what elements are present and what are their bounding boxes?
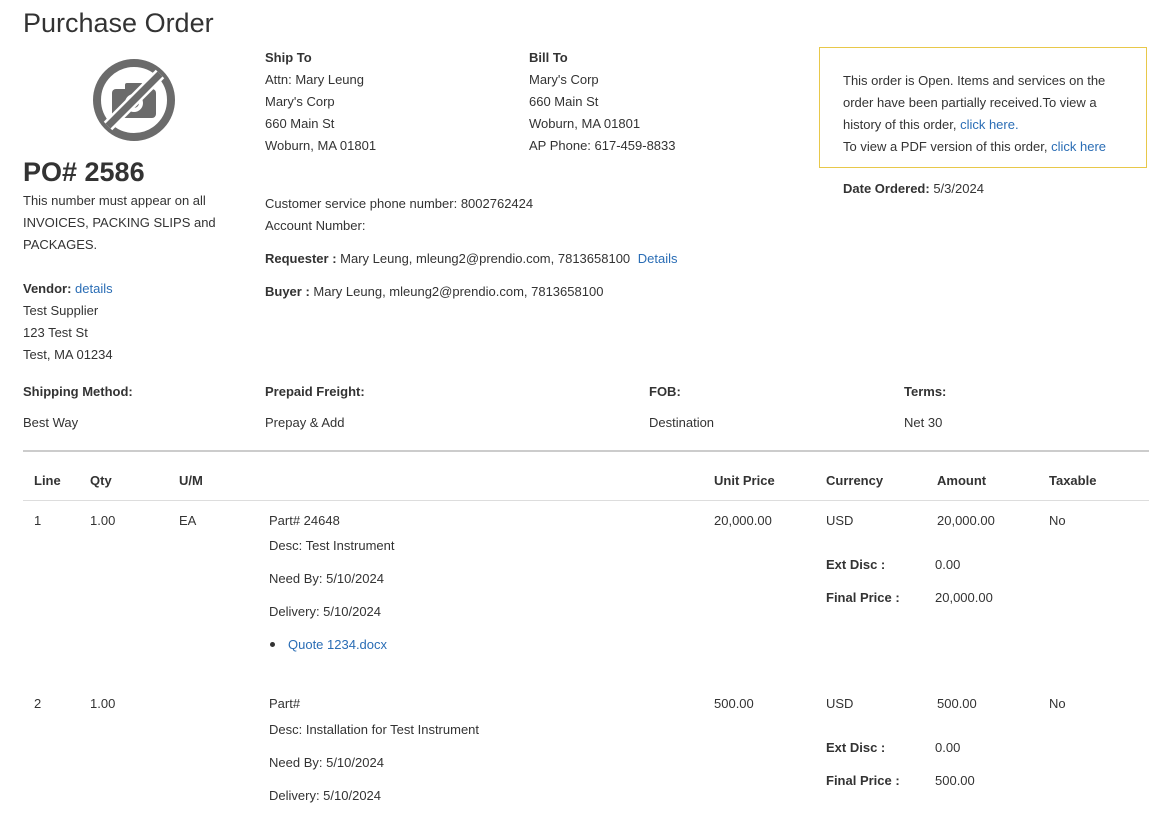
row-need-by: Need By: 5/10/2024: [269, 755, 384, 770]
row-um: EA: [179, 513, 197, 528]
vendor-details-link[interactable]: details: [75, 281, 113, 296]
header-qty: Qty: [90, 473, 112, 488]
row-taxable: No: [1049, 513, 1066, 528]
page-title: Purchase Order: [23, 8, 214, 38]
shipping-method-label: Shipping Method:: [23, 384, 133, 399]
ship-to-attn: Attn: Mary Leung: [265, 72, 364, 87]
final-price-value: 20,000.00: [935, 590, 993, 605]
prepaid-freight-label: Prepaid Freight:: [265, 384, 365, 399]
history-link[interactable]: click here.: [960, 117, 1019, 132]
final-price-label: Final Price :: [826, 773, 900, 788]
header-amount: Amount: [937, 473, 987, 488]
pdf-link[interactable]: click here: [1051, 139, 1106, 154]
ship-to-label: Ship To: [265, 50, 312, 65]
ext-disc-value: 0.00: [935, 557, 961, 572]
bill-to-street: 660 Main St: [529, 94, 599, 109]
customer-service-phone: Customer service phone number: 800276242…: [265, 196, 534, 211]
row-qty: 1.00: [90, 696, 116, 711]
final-price-value: 500.00: [935, 773, 975, 788]
vendor-block: Vendor: details Test Supplier 123 Test S…: [23, 278, 113, 366]
row-delivery: Delivery: 5/10/2024: [269, 604, 382, 619]
ship-to-block: Ship To Attn: Mary Leung Mary's Corp 660…: [265, 47, 376, 157]
row-part: Part#: [269, 696, 301, 711]
row-part: Part# 24648: [269, 513, 340, 528]
ship-to-street: 660 Main St: [265, 116, 335, 131]
ship-to-city: Woburn, MA 01801: [265, 138, 377, 153]
row-taxable: No: [1049, 696, 1066, 711]
row-unit-price: 20,000.00: [714, 513, 772, 528]
row-unit-price: 500.00: [714, 696, 754, 711]
row-amount: 20,000.00: [937, 513, 995, 528]
header-unit-price: Unit Price: [714, 473, 775, 488]
header-um: U/M: [179, 473, 203, 488]
vendor-label: Vendor:: [23, 281, 72, 296]
terms-value: Net 30: [904, 415, 943, 430]
row-amount: 500.00: [937, 696, 977, 711]
terms-label: Terms:: [904, 384, 947, 399]
bill-to-phone: AP Phone: 617-459-8833: [529, 138, 676, 153]
header-divider: [23, 500, 1149, 501]
bill-to-block: Bill To Mary's Corp 660 Main St Woburn, …: [529, 47, 676, 157]
header-line: Line: [34, 473, 61, 488]
po-notice: This number must appear on all INVOICES,…: [23, 193, 216, 252]
bill-to-city: Woburn, MA 01801: [529, 116, 641, 131]
attachment-link[interactable]: Quote 1234.docx: [288, 637, 387, 652]
vendor-name: Test Supplier: [23, 303, 99, 318]
date-ordered: Date Ordered: 5/3/2024: [843, 181, 984, 196]
row-desc: Desc: Test Instrument: [269, 538, 395, 553]
fob-value: Destination: [649, 415, 715, 430]
prepaid-freight-value: Prepay & Add: [265, 415, 345, 430]
row-qty: 1.00: [90, 513, 116, 528]
ship-to-company: Mary's Corp: [265, 94, 335, 109]
bill-to-label: Bill To: [529, 50, 568, 65]
header-currency: Currency: [826, 473, 884, 488]
fob-label: FOB:: [649, 384, 681, 399]
ext-disc-label: Ext Disc :: [826, 557, 886, 572]
vendor-address1: 123 Test St: [23, 325, 88, 340]
row-currency: USD: [826, 513, 854, 528]
row-delivery: Delivery: 5/10/2024: [269, 788, 382, 803]
shipping-method-value: Best Way: [23, 415, 79, 430]
bill-to-company: Mary's Corp: [529, 72, 599, 87]
requester-details-link[interactable]: Details: [638, 251, 678, 266]
po-number: PO# 2586: [23, 157, 145, 187]
final-price-label: Final Price :: [826, 590, 900, 605]
row-desc: Desc: Installation for Test Instrument: [269, 722, 480, 737]
ext-disc-label: Ext Disc :: [826, 740, 886, 755]
row-currency: USD: [826, 696, 854, 711]
vendor-address2: Test, MA 01234: [23, 347, 113, 362]
row-line: 2: [34, 696, 42, 711]
header-taxable: Taxable: [1049, 473, 1097, 488]
row-need-by: Need By: 5/10/2024: [269, 571, 384, 586]
requester: Requester : Mary Leung, mleung2@prendio.…: [265, 251, 678, 266]
bullet-icon: [270, 642, 275, 647]
row-line: 1: [34, 513, 42, 528]
no-camera-icon: [93, 59, 175, 141]
account-number: Account Number:: [265, 218, 366, 233]
buyer: Buyer : Mary Leung, mleung2@prendio.com,…: [265, 284, 604, 299]
divider: [23, 450, 1149, 452]
order-status-notice: This order is Open. Items and services o…: [819, 47, 1147, 168]
ext-disc-value: 0.00: [935, 740, 961, 755]
